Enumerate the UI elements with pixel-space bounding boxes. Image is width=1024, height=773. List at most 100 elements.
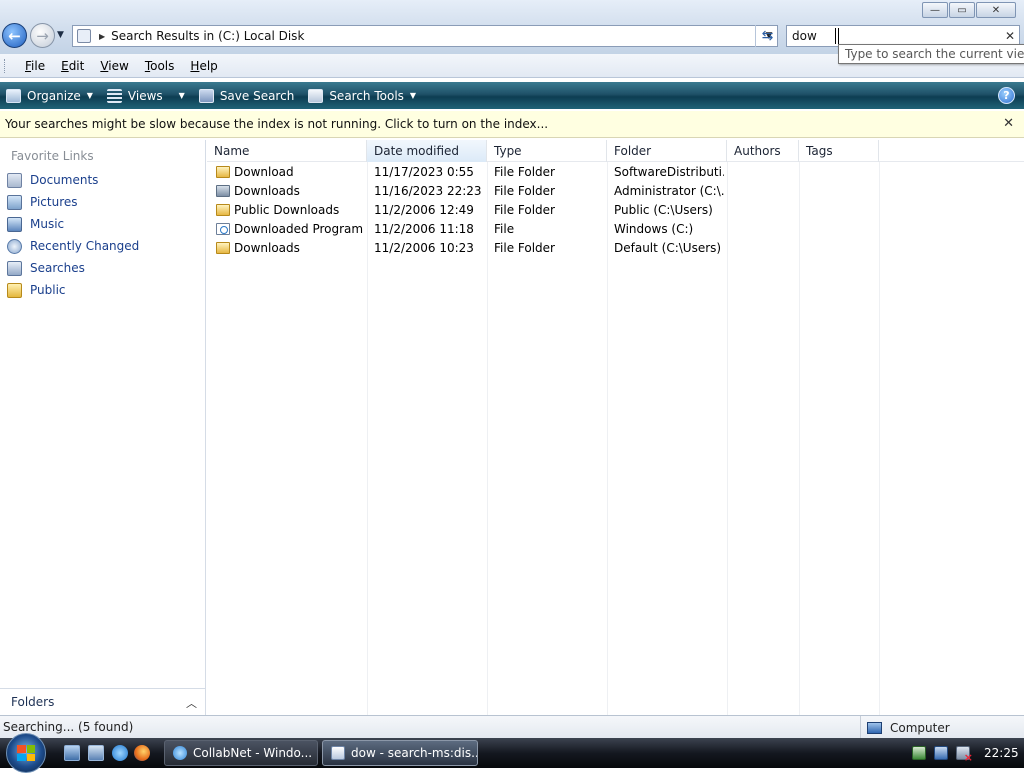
forward-arrow-icon: →	[36, 26, 49, 45]
breadcrumb-arrow-icon[interactable]: ▶	[99, 32, 105, 41]
status-zone: Computer	[860, 716, 950, 739]
nav-link-public[interactable]: Public	[7, 280, 66, 300]
column-header-folder[interactable]: Folder	[607, 140, 727, 162]
window-controls: — ▭ ✕	[921, 2, 1016, 20]
organize-icon	[6, 88, 21, 103]
row-type: File Folder	[494, 203, 555, 217]
nav-link-documents[interactable]: Documents	[7, 170, 98, 190]
navigation-pane: Favorite Links Documents Pictures Music …	[0, 140, 206, 715]
table-row[interactable]: Download 11/17/2023 0:55 File Folder Sof…	[207, 163, 1024, 182]
organize-button[interactable]: Organize ▼	[6, 88, 93, 103]
search-folder-icon	[77, 29, 91, 43]
row-date: 11/2/2006 12:49	[374, 203, 474, 217]
column-header-name[interactable]: Name	[207, 140, 367, 162]
row-folder: Public (C:\Users)	[614, 203, 713, 217]
search-tooltip: Type to search the current view	[838, 44, 1024, 64]
chevron-down-icon: ▼	[409, 91, 417, 100]
status-zone-label: Computer	[890, 720, 950, 735]
search-input[interactable]	[792, 29, 1001, 43]
search-tools-label: Search Tools	[329, 88, 404, 103]
menu-edit[interactable]: Edit	[53, 59, 92, 73]
nav-link-pictures[interactable]: Pictures	[7, 192, 78, 212]
forward-button[interactable]: →	[30, 23, 55, 48]
chevron-up-icon[interactable]: ︿	[186, 695, 197, 711]
clear-search-icon[interactable]: ✕	[1001, 29, 1019, 43]
save-search-button[interactable]: Save Search	[198, 88, 294, 103]
table-row[interactable]: Public Downloads 11/2/2006 12:49 File Fo…	[207, 201, 1024, 220]
volume-muted-icon[interactable]	[956, 746, 973, 764]
info-bar-message[interactable]: Your searches might be slow because the …	[5, 117, 548, 131]
row-name: Download	[234, 165, 294, 179]
firefox-icon[interactable]	[134, 745, 150, 761]
nav-link-label: Music	[30, 217, 65, 231]
command-bar: Organize ▼ Views ▼ Save Search Search To…	[0, 82, 1024, 109]
menu-view-label: iew	[108, 58, 129, 73]
maximize-button[interactable]: ▭	[949, 2, 975, 18]
taskbar-button-label: dow - search-ms:dis...	[351, 746, 478, 760]
info-bar[interactable]: Your searches might be slow because the …	[0, 111, 1024, 138]
refresh-button[interactable]: ⇆	[755, 25, 779, 47]
menu-file[interactable]: File	[17, 59, 53, 73]
nav-link-searches[interactable]: Searches	[7, 258, 85, 278]
column-header-tags[interactable]: Tags	[799, 140, 879, 162]
row-name: Public Downloads	[234, 203, 340, 217]
taskbar-button-collabnet[interactable]: CollabNet - Windo...	[164, 740, 318, 766]
menu-tools[interactable]: Tools	[137, 59, 183, 73]
row-date: 11/2/2006 10:23	[374, 241, 474, 255]
menu-file-label: ile	[31, 58, 46, 73]
nav-link-label: Searches	[30, 261, 85, 275]
title-address-bar: — ▭ ✕ ← → ▼ ▶ Search Results in (C:) Loc…	[0, 0, 1024, 64]
switch-windows-icon[interactable]	[88, 745, 104, 761]
chevron-down-icon: ▼	[178, 91, 185, 100]
show-desktop-icon[interactable]	[64, 745, 80, 761]
nav-link-recently-changed[interactable]: Recently Changed	[7, 236, 139, 256]
minimize-button[interactable]: —	[922, 2, 948, 18]
pictures-icon	[7, 194, 22, 210]
refresh-icon: ⇆	[761, 28, 774, 44]
views-button[interactable]: Views ▼	[106, 88, 185, 103]
column-header-date-modified[interactable]: Date modified	[367, 140, 487, 162]
table-row[interactable]: Downloads 11/16/2023 22:23 File Folder A…	[207, 182, 1024, 201]
menu-help[interactable]: Help	[182, 59, 225, 73]
table-row[interactable]: Downloaded Program ... 11/2/2006 11:18 F…	[207, 220, 1024, 239]
chevron-down-icon: ▼	[86, 91, 93, 100]
help-icon[interactable]: ?	[998, 87, 1015, 104]
table-row[interactable]: Downloads 11/2/2006 10:23 File Folder De…	[207, 239, 1024, 258]
nav-link-music[interactable]: Music	[7, 214, 64, 234]
close-icon[interactable]: ✕	[1003, 116, 1014, 131]
column-header-authors[interactable]: Authors	[727, 140, 799, 162]
internet-explorer-icon[interactable]	[112, 745, 128, 761]
nav-link-label: Documents	[30, 173, 99, 187]
taskbar: CollabNet - Windo... dow - search-ms:dis…	[0, 733, 1024, 773]
explorer-window: — ▭ ✕ ← → ▼ ▶ Search Results in (C:) Loc…	[0, 0, 1024, 739]
column-header-row: Name Date modified Type Folder Authors T…	[207, 140, 1024, 162]
address-text[interactable]: Search Results in (C:) Local Disk	[111, 29, 761, 43]
music-icon	[7, 216, 22, 232]
windows-logo-icon	[17, 745, 35, 761]
internet-explorer-icon	[173, 746, 187, 760]
column-header-type[interactable]: Type	[487, 140, 607, 162]
network-icon[interactable]	[934, 746, 948, 760]
folder-icon	[216, 204, 230, 216]
security-shield-icon[interactable]	[912, 746, 926, 760]
text-cursor-icon	[835, 28, 839, 44]
row-folder: Windows (C:)	[614, 222, 694, 236]
address-bar[interactable]: ▶ Search Results in (C:) Local Disk ▼	[72, 25, 778, 47]
start-button[interactable]	[6, 733, 46, 773]
search-tools-button[interactable]: Search Tools ▼	[308, 88, 417, 103]
views-icon	[106, 88, 122, 103]
recent-pages-dropdown[interactable]: ▼	[57, 30, 64, 40]
row-folder: Default (C:\Users)	[614, 241, 722, 255]
close-button[interactable]: ✕	[976, 2, 1016, 18]
clock[interactable]: 22:25	[984, 746, 1019, 760]
views-label: Views	[127, 88, 163, 103]
recently-changed-icon	[7, 238, 22, 254]
row-name: Downloads	[234, 241, 300, 255]
menu-view[interactable]: View	[92, 59, 136, 73]
back-button[interactable]: ←	[2, 23, 27, 48]
status-bar: Searching... (5 found) Computer	[0, 715, 1024, 739]
status-text: Searching... (5 found)	[3, 720, 134, 734]
taskbar-button-label: CollabNet - Windo...	[193, 746, 313, 760]
folders-toggle[interactable]: Folders ︿	[0, 688, 205, 715]
taskbar-button-search[interactable]: dow - search-ms:dis...	[322, 740, 478, 766]
